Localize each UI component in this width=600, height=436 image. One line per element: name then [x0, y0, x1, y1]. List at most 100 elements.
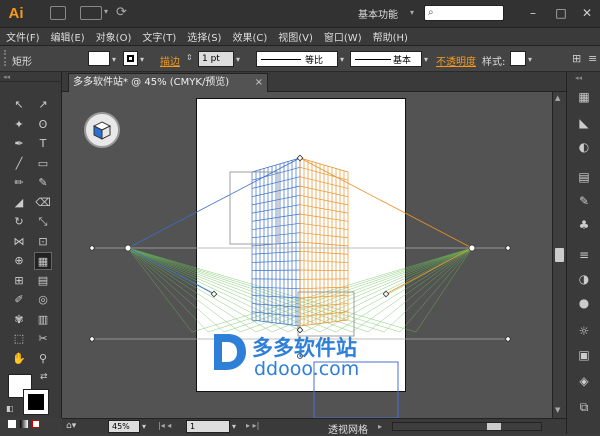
stroke-swatch[interactable] [123, 51, 138, 66]
chevron-down-icon[interactable]: ▾ [142, 422, 146, 431]
gradient-mode-icon[interactable] [20, 420, 28, 428]
mesh-tool-icon[interactable]: ⊞ [10, 272, 28, 290]
last-artboard-icon[interactable]: ▸ ▸| [246, 421, 259, 430]
stroke-color-box[interactable] [24, 390, 48, 414]
bridge-icon[interactable] [50, 6, 66, 20]
variable-width-profile[interactable]: 等比 [256, 51, 338, 67]
width-tool-icon[interactable]: ⋈ [10, 233, 28, 251]
line-segment-tool-icon[interactable]: ╱ [10, 155, 28, 173]
arrange-documents-icon[interactable] [80, 6, 102, 20]
canvas[interactable]: 多多软件站 ddooo.com [62, 92, 552, 418]
artboards-panel-icon[interactable]: ⧉ [574, 398, 594, 416]
stroke-label-link[interactable]: 描边 [160, 53, 180, 68]
hand-tool-icon[interactable]: ✋ [10, 350, 28, 368]
status-menu-icon[interactable]: ▸ [378, 422, 382, 431]
pencil-tool-icon[interactable]: ✎ [34, 174, 52, 192]
none-mode-icon[interactable] [32, 420, 40, 428]
menu-type[interactable]: 文字(T) [142, 29, 176, 44]
horizontal-scroll-thumb[interactable] [487, 423, 501, 430]
symbols-panel-icon[interactable]: ♣ [574, 216, 594, 234]
chevron-down-icon[interactable]: ▾ [104, 7, 108, 16]
zoom-tool-icon[interactable]: ⚲ [34, 350, 52, 368]
dock-expand-icon[interactable]: ◂◂ [575, 74, 582, 82]
color-panel-icon[interactable]: ▦ [574, 88, 594, 106]
opacity-link[interactable]: 不透明度 [436, 53, 476, 68]
search-input[interactable]: ⌕ [424, 5, 504, 21]
document-setup-icon[interactable]: ⊞ [572, 52, 581, 65]
vertical-scrollbar[interactable]: ▲ ▼ [552, 92, 566, 418]
eyedropper-tool-icon[interactable]: ✐ [10, 291, 28, 309]
eraser-tool-icon[interactable]: ⌫ [34, 194, 52, 212]
zoom-field[interactable]: 45% [108, 420, 140, 433]
panel-collapse-icon[interactable]: ◂◂ [0, 72, 62, 82]
menu-window[interactable]: 窗口(W) [324, 29, 362, 44]
minimize-button[interactable]: – [524, 4, 542, 22]
stroke-panel-icon[interactable]: ≡ [574, 246, 594, 264]
scroll-down-icon[interactable]: ▼ [555, 406, 560, 414]
shape-builder-tool-icon[interactable]: ⊕ [10, 252, 28, 270]
chevron-down-icon[interactable]: ▾ [140, 55, 144, 64]
column-graph-tool-icon[interactable]: ▥ [34, 311, 52, 329]
perspective-grid-tool-icon[interactable]: ▦ [34, 252, 52, 270]
gradient-panel-icon[interactable]: ◐ [574, 138, 594, 156]
history-icon[interactable]: ⌂▾ [66, 421, 76, 431]
document-tab[interactable]: 多多软件站* @ 45% (CMYK/预览) × [68, 73, 268, 92]
vertical-scroll-thumb[interactable] [555, 248, 564, 262]
magic-wand-tool-icon[interactable]: ✦ [10, 116, 28, 134]
chevron-down-icon[interactable]: ▾ [232, 422, 236, 431]
brushes-panel-icon[interactable]: ✎ [574, 192, 594, 210]
horizontal-scrollbar[interactable] [392, 422, 542, 431]
lasso-tool-icon[interactable]: ʘ [34, 116, 52, 134]
chevron-down-icon[interactable]: ▾ [410, 8, 414, 17]
paintbrush-tool-icon[interactable]: ✏ [10, 174, 28, 192]
rectangle-tool-icon[interactable]: ▭ [34, 155, 52, 173]
menu-effect[interactable]: 效果(C) [232, 29, 267, 44]
swatches-panel-icon[interactable]: ▤ [574, 168, 594, 186]
type-tool-icon[interactable]: T [34, 135, 52, 153]
layers-panel-icon[interactable]: ◈ [574, 372, 594, 390]
workspace-switcher[interactable]: 基本功能 [358, 6, 398, 21]
transparency-panel-icon[interactable]: ◑ [574, 270, 594, 288]
appearance-panel-icon[interactable]: ● [574, 294, 594, 312]
blob-brush-tool-icon[interactable]: ◢ [10, 194, 28, 212]
stroke-weight-field[interactable]: 1 pt [198, 51, 234, 67]
chevron-down-icon[interactable]: ▾ [424, 55, 428, 64]
scale-tool-icon[interactable]: ⤡ [34, 213, 52, 231]
artboard-number-field[interactable]: 1 [186, 420, 230, 433]
scroll-up-icon[interactable]: ▲ [555, 94, 560, 102]
menu-select[interactable]: 选择(S) [187, 29, 221, 44]
symbol-sprayer-tool-icon[interactable]: ✾ [10, 311, 28, 329]
chevron-down-icon[interactable]: ▾ [112, 55, 116, 64]
graphic-styles-icon[interactable]: ☼ [574, 322, 594, 340]
gradient-tool-icon[interactable]: ▤ [34, 272, 52, 290]
menu-help[interactable]: 帮助(H) [373, 29, 408, 44]
fill-swatch[interactable] [88, 51, 110, 66]
blend-tool-icon[interactable]: ◎ [34, 291, 52, 309]
chevron-down-icon[interactable]: ▾ [236, 55, 240, 64]
color-mode-icon[interactable] [8, 420, 16, 428]
chevron-down-icon[interactable]: ▾ [340, 55, 344, 64]
menu-file[interactable]: 文件(F) [6, 29, 40, 44]
maximize-button[interactable]: □ [552, 4, 570, 22]
menu-view[interactable]: 视图(V) [278, 29, 313, 44]
layers-alt-icon[interactable]: ▣ [574, 346, 594, 364]
artboard-tool-icon[interactable]: ⬚ [10, 330, 28, 348]
first-artboard-icon[interactable]: |◂ ◂ [158, 421, 171, 430]
swap-colors-icon[interactable]: ⇄ [40, 372, 48, 382]
direct-selection-tool-icon[interactable]: ↗ [34, 96, 52, 114]
panel-menu-icon[interactable]: ≡ [588, 52, 597, 65]
menu-edit[interactable]: 编辑(E) [51, 29, 85, 44]
default-colors-icon[interactable]: ◧ [6, 404, 14, 413]
pen-tool-icon[interactable]: ✒ [10, 135, 28, 153]
graphic-style-swatch[interactable] [510, 51, 526, 66]
rotate-tool-icon[interactable]: ↻ [10, 213, 28, 231]
close-button[interactable]: ✕ [578, 4, 596, 22]
selection-tool-icon[interactable]: ↖ [10, 96, 28, 114]
slice-tool-icon[interactable]: ✂ [34, 330, 52, 348]
stepper-icon[interactable]: ⇕ [186, 53, 193, 62]
brush-definition[interactable]: 基本 [350, 51, 422, 67]
close-tab-icon[interactable]: × [255, 74, 263, 92]
chevron-down-icon[interactable]: ▾ [528, 55, 532, 64]
gpu-performance-icon[interactable]: ⟳ [116, 5, 127, 20]
color-guide-icon[interactable]: ◣ [574, 114, 594, 132]
